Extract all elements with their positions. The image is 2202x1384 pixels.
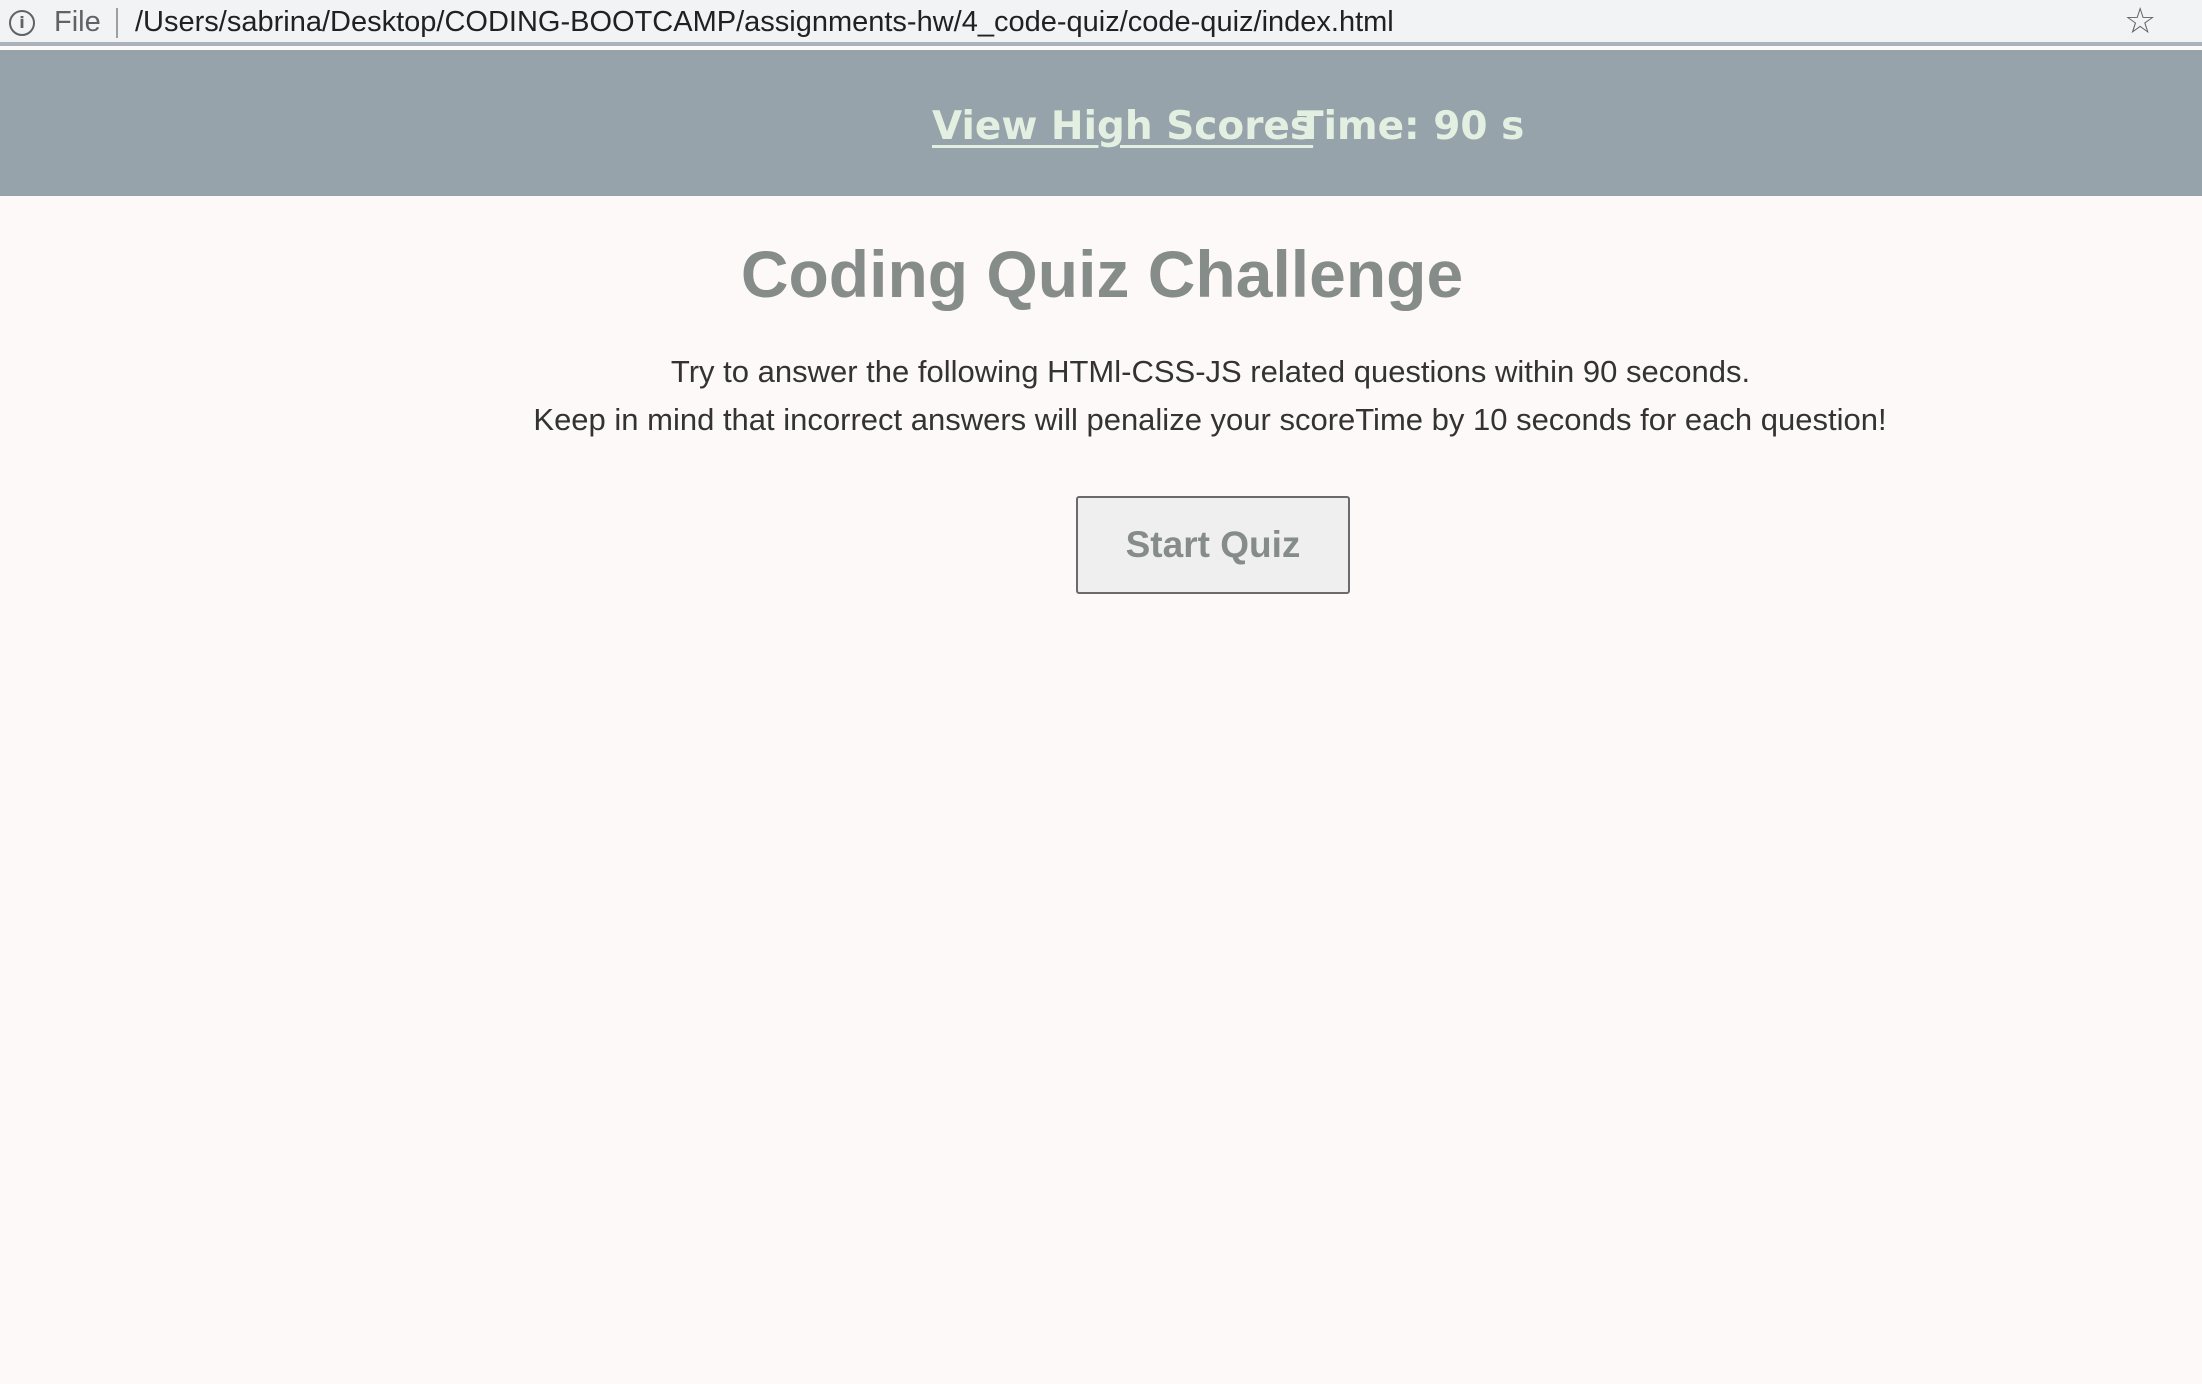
start-quiz-button[interactable]: Start Quiz (1076, 496, 1350, 594)
file-label: File (54, 6, 101, 38)
page-header: View High Scores Time: 90 s (0, 50, 2202, 196)
view-high-scores-link[interactable]: View High Scores (932, 104, 1313, 149)
quiz-start-section: Coding Quiz Challenge Try to answer the … (0, 196, 2202, 1384)
page-title: Coding Quiz Challenge (740, 237, 1464, 311)
url-field[interactable]: /Users/sabrina/Desktop/CODING-BOOTCAMP/a… (135, 6, 1394, 39)
info-icon[interactable]: i (9, 10, 35, 36)
intro-text-line-2: Keep in mind that incorrect answers will… (533, 402, 1887, 437)
intro-text-line-1: Try to answer the following HTMl-CSS-JS … (670, 354, 1751, 389)
star-icon[interactable]: ☆ (2124, 2, 2156, 42)
timer-display: Time: 90 s (1297, 104, 1525, 149)
browser-address-bar: i File /Users/sabrina/Desktop/CODING-BOO… (0, 0, 2202, 46)
address-separator (116, 8, 118, 38)
